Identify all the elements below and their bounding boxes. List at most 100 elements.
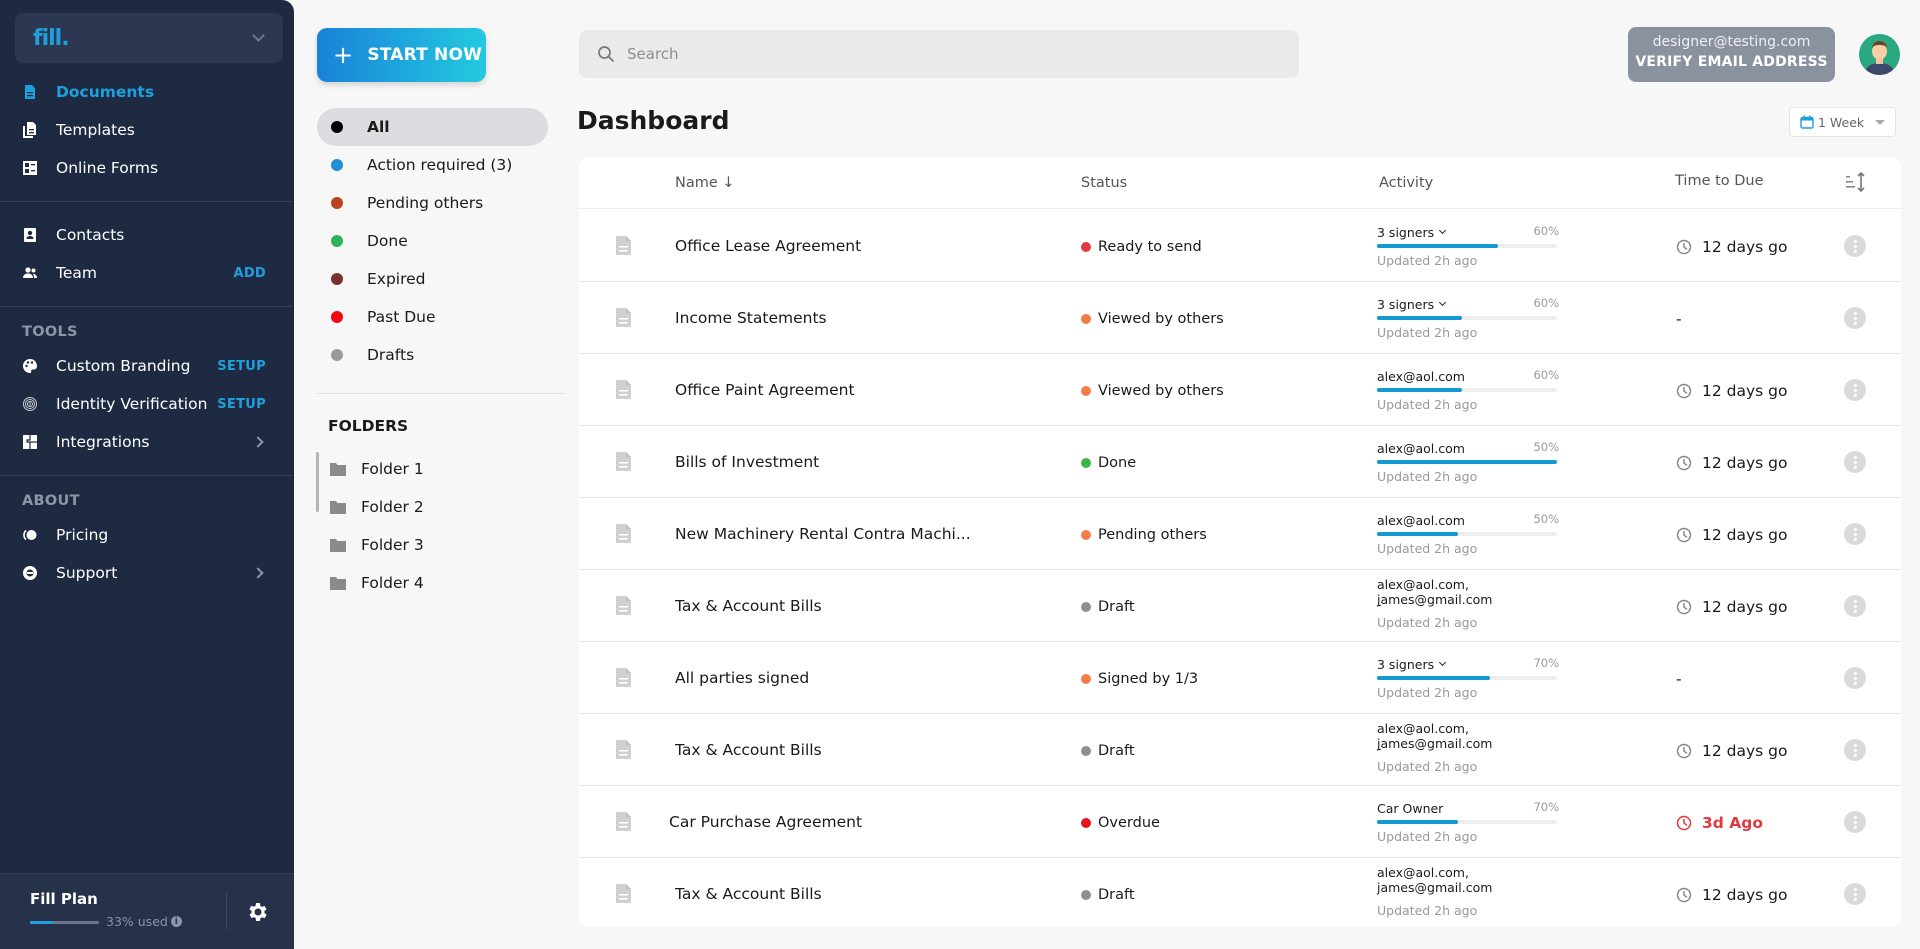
filter-past-due[interactable]: Past Due <box>317 298 548 336</box>
document-name[interactable]: All parties signed <box>675 669 809 687</box>
document-name[interactable]: Tax & Account Bills <box>675 597 822 615</box>
workspace-switcher[interactable]: fill. <box>15 13 283 63</box>
due-label: 12 days go <box>1702 526 1788 544</box>
table-row[interactable]: Bills of Investment Done alex@aol.com 50%… <box>579 426 1901 498</box>
sidebar-item-templates[interactable]: Templates <box>0 113 294 147</box>
table-row[interactable]: All parties signed Signed by 1/3 3 signe… <box>579 642 1901 714</box>
table-row[interactable]: Income Statements Viewed by others 3 sig… <box>579 282 1901 354</box>
chevron-down-icon[interactable] <box>1439 226 1447 235</box>
document-name[interactable]: Bills of Investment <box>675 453 819 471</box>
time-to-due: 3d Ago <box>1676 814 1763 832</box>
folder-item[interactable]: Folder 2 <box>330 491 424 523</box>
file-icon <box>616 236 631 255</box>
more-options-icon[interactable] <box>1844 379 1866 401</box>
document-name[interactable]: Car Purchase Agreement <box>669 813 862 831</box>
table-row[interactable]: Office Lease Agreement Ready to send 3 s… <box>579 210 1901 282</box>
table-row[interactable]: Tax & Account Bills Draft alex@aol.com, … <box>579 570 1901 642</box>
status-label: Ready to send <box>1098 239 1202 255</box>
filter-label: Pending others <box>367 194 484 212</box>
time-to-due: 12 days go <box>1676 742 1788 760</box>
more-options-icon[interactable] <box>1844 307 1866 329</box>
table-row[interactable]: Office Paint Agreement Viewed by others … <box>579 354 1901 426</box>
chevron-down-icon[interactable] <box>1439 298 1447 307</box>
clock-icon <box>1676 743 1692 759</box>
fingerprint-icon <box>22 396 38 412</box>
folder-item[interactable]: Folder 1 <box>330 453 424 485</box>
folder-item[interactable]: Folder 4 <box>330 567 424 599</box>
gear-icon[interactable] <box>246 900 270 924</box>
chevron-down-icon[interactable] <box>1439 658 1447 667</box>
column-time-to-due[interactable]: Time to Due <box>1675 173 1764 189</box>
activity-updated: Updated 2h ago <box>1377 903 1478 918</box>
folders-scrollbar[interactable] <box>316 452 319 512</box>
due-label: 12 days go <box>1702 886 1788 904</box>
sidebar-item-custom-branding[interactable]: Custom Branding SETUP <box>0 349 294 383</box>
document-name[interactable]: Tax & Account Bills <box>675 741 822 759</box>
status-dot-icon <box>331 311 343 323</box>
time-to-due: 12 days go <box>1676 526 1788 544</box>
table-row[interactable]: New Machinery Rental Contra Machi... Pen… <box>579 498 1901 570</box>
sidebar: fill. Documents Templates Online Forms C… <box>0 0 294 949</box>
date-range-select[interactable]: 1 Week <box>1789 107 1896 137</box>
time-to-due: 12 days go <box>1676 886 1788 904</box>
sidebar-item-pricing[interactable]: Pricing <box>0 518 294 552</box>
column-status[interactable]: Status <box>1081 175 1127 191</box>
filter-all[interactable]: All <box>317 108 548 146</box>
column-name[interactable]: Name ↓ <box>675 175 735 191</box>
document-name[interactable]: Office Lease Agreement <box>675 237 861 255</box>
sidebar-item-documents[interactable]: Documents <box>0 75 294 109</box>
time-to-due: - <box>1676 670 1682 688</box>
filter-action-required-3[interactable]: Action required (3) <box>317 146 548 184</box>
activity-progress-bar <box>1377 676 1557 680</box>
activity-progress-fill <box>1377 316 1462 320</box>
activity-cell: alex@aol.com 60% Updated 2h ago <box>1377 368 1577 412</box>
more-options-icon[interactable] <box>1844 523 1866 545</box>
sidebar-item-label: Identity Verification <box>56 395 208 413</box>
more-options-icon[interactable] <box>1844 739 1866 761</box>
document-name[interactable]: Tax & Account Bills <box>675 885 822 903</box>
activity-updated: Updated 2h ago <box>1377 615 1478 630</box>
sidebar-item-integrations[interactable]: Integrations <box>0 425 294 459</box>
setup-branding-button[interactable]: SETUP <box>217 359 266 374</box>
table-row[interactable]: Tax & Account Bills Draft alex@aol.com, … <box>579 714 1901 786</box>
more-options-icon[interactable] <box>1844 667 1866 689</box>
search-input[interactable] <box>627 45 1227 63</box>
start-now-button[interactable]: + START NOW <box>317 28 486 82</box>
avatar[interactable] <box>1859 34 1900 75</box>
sidebar-item-contacts[interactable]: Contacts <box>0 218 294 252</box>
document-name[interactable]: New Machinery Rental Contra Machi... <box>675 525 971 543</box>
info-icon[interactable]: i <box>170 916 182 927</box>
sidebar-item-team[interactable]: Team ADD <box>0 256 294 290</box>
document-name[interactable]: Income Statements <box>675 309 827 327</box>
more-options-icon[interactable] <box>1844 883 1866 905</box>
table-row[interactable]: Tax & Account Bills Draft alex@aol.com, … <box>579 858 1901 927</box>
search-bar <box>579 30 1299 78</box>
sidebar-item-support[interactable]: Support <box>0 556 294 590</box>
activity-updated: Updated 2h ago <box>1377 397 1478 412</box>
sort-icon[interactable] <box>1844 171 1868 193</box>
sidebar-item-identity-verification[interactable]: Identity Verification SETUP <box>0 387 294 421</box>
file-icon <box>616 740 631 759</box>
filter-drafts[interactable]: Drafts <box>317 336 548 374</box>
more-options-icon[interactable] <box>1844 235 1866 257</box>
activity-progress-bar <box>1377 316 1557 320</box>
time-to-due: 12 days go <box>1676 598 1788 616</box>
document-name[interactable]: Office Paint Agreement <box>675 381 855 399</box>
column-activity[interactable]: Activity <box>1379 175 1433 191</box>
calendar-icon <box>1800 115 1814 129</box>
status-dot-icon <box>1081 674 1091 684</box>
filter-pending-others[interactable]: Pending others <box>317 184 548 222</box>
add-team-button[interactable]: ADD <box>233 266 266 281</box>
filter-done[interactable]: Done <box>317 222 548 260</box>
status-label: Viewed by others <box>1098 311 1224 327</box>
filter-expired[interactable]: Expired <box>317 260 548 298</box>
sidebar-item-online-forms[interactable]: Online Forms <box>0 151 294 185</box>
setup-identity-button[interactable]: SETUP <box>217 397 266 412</box>
more-options-icon[interactable] <box>1844 811 1866 833</box>
status-dot-icon <box>1081 746 1091 756</box>
folder-item[interactable]: Folder 3 <box>330 529 424 561</box>
table-row[interactable]: Car Purchase Agreement Overdue Car Owner… <box>579 786 1901 858</box>
verify-email-button[interactable]: designer@testing.com VERIFY EMAIL ADDRES… <box>1628 27 1835 82</box>
more-options-icon[interactable] <box>1844 451 1866 473</box>
more-options-icon[interactable] <box>1844 595 1866 617</box>
